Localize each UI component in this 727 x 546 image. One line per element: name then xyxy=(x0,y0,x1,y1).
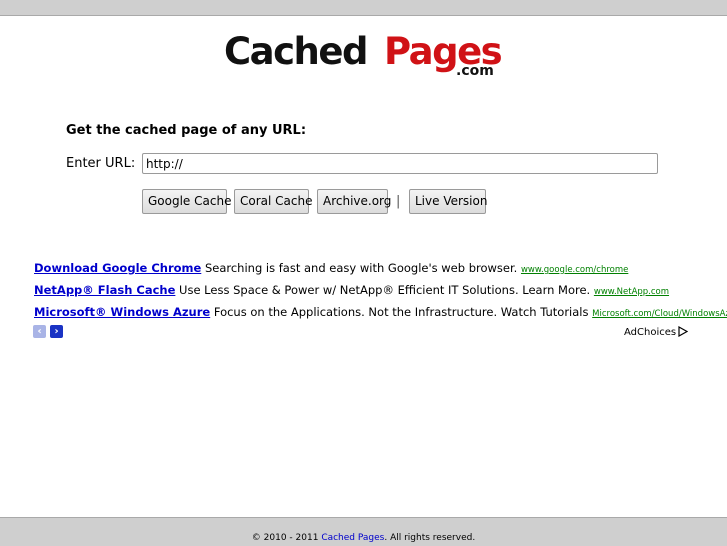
ad-title-link[interactable]: Microsoft® Windows Azure xyxy=(34,305,210,319)
logo-part-cached: Cached xyxy=(224,30,368,73)
coral-cache-button[interactable]: Coral Cache xyxy=(234,189,312,214)
ad-title-link[interactable]: NetApp® Flash Cache xyxy=(34,283,175,297)
google-cache-button[interactable]: Google Cache xyxy=(142,189,231,214)
ad-item: NetApp® Flash Cache Use Less Space & Pow… xyxy=(34,283,669,297)
ad-description: Use Less Space & Power w/ NetApp® Effici… xyxy=(179,283,591,297)
button-separator: | xyxy=(396,194,401,209)
archive-org-button[interactable]: Archive.org xyxy=(317,189,391,214)
ad-url-link[interactable]: www.google.com/chrome xyxy=(521,265,628,275)
logo-part-com: .com xyxy=(456,63,494,79)
footer: © 2010 - 2011 Cached Pages. All rights r… xyxy=(0,517,727,546)
form-heading: Get the cached page of any URL: xyxy=(66,123,307,138)
ad-description: Searching is fast and easy with Google's… xyxy=(204,261,518,275)
ad-description: Focus on the Applications. Not the Infra… xyxy=(213,305,589,319)
top-bar xyxy=(0,0,727,16)
footer-site-link[interactable]: Cached Pages xyxy=(321,533,384,543)
ad-url-link[interactable]: Microsoft.com/Cloud/WindowsAzure xyxy=(592,309,727,319)
live-version-button[interactable]: Live Version xyxy=(409,189,487,214)
footer-copyright: © 2010 - 2011 Cached Pages. All rights r… xyxy=(0,533,727,543)
adchoices-link[interactable]: AdChoices xyxy=(624,325,689,338)
adchoices-label: AdChoices xyxy=(624,327,677,338)
ad-item: Download Google Chrome Searching is fast… xyxy=(34,261,628,275)
ad-prev-icon[interactable]: ‹ xyxy=(33,325,46,338)
url-input[interactable] xyxy=(142,153,658,174)
url-label: Enter URL: xyxy=(66,156,136,171)
ad-title-link[interactable]: Download Google Chrome xyxy=(34,261,201,275)
adchoices-triangle-icon xyxy=(678,325,689,338)
ad-item: Microsoft® Windows Azure Focus on the Ap… xyxy=(34,305,727,319)
ad-url-link[interactable]: www.NetApp.com xyxy=(594,287,669,297)
ad-next-icon[interactable]: › xyxy=(50,325,63,338)
footer-suffix: . All rights reserved. xyxy=(384,533,476,543)
footer-prefix: © 2010 - 2011 xyxy=(251,533,319,543)
